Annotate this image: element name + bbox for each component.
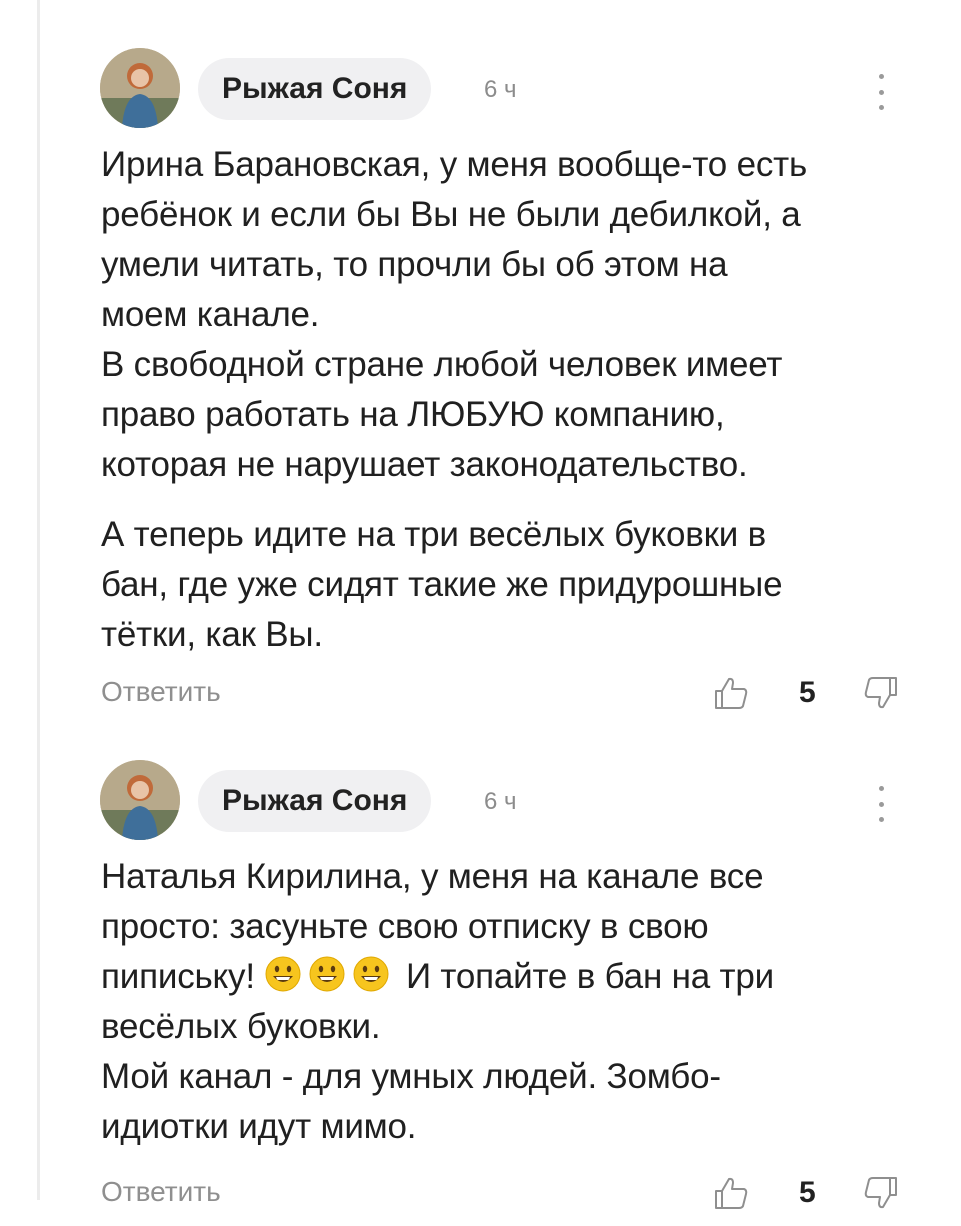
more-options-icon[interactable] xyxy=(868,786,894,822)
author-name[interactable]: Рыжая Соня xyxy=(198,58,432,120)
more-options-icon[interactable] xyxy=(868,74,894,110)
comment-line-part: И топайте в бан на три xyxy=(405,957,774,996)
like-count: 5 xyxy=(799,676,816,709)
comment-time: 6 ч xyxy=(484,788,517,815)
comment-line: просто: засуньте свою отписку в свою xyxy=(101,907,709,946)
reply-button[interactable]: Ответить xyxy=(101,676,221,708)
thread-line xyxy=(37,0,40,1200)
thumbs-up-icon[interactable] xyxy=(712,1174,750,1212)
avatar-photo xyxy=(100,48,180,128)
avatar[interactable] xyxy=(100,760,180,840)
like-count: 5 xyxy=(799,1176,816,1209)
comment-line: Мой канал - для умных людей. Зомбо- xyxy=(101,1057,721,1096)
comment-line: В свободной стране любой человек имеет xyxy=(101,345,783,384)
thumbs-up-icon[interactable] xyxy=(712,674,750,712)
avatar[interactable] xyxy=(100,48,180,128)
comment-line: идиотки идут мимо. xyxy=(101,1107,417,1146)
comment-line: тётки, как Вы. xyxy=(101,615,323,654)
reply-button[interactable]: Ответить xyxy=(101,1176,221,1208)
comment-line: Ирина Барановская, у меня вообще-то есть xyxy=(101,145,808,184)
author-name[interactable]: Рыжая Соня xyxy=(198,770,432,832)
comment-line: пипиську! И топайте в бан на три xyxy=(101,952,921,1002)
grinning-face-icon xyxy=(309,956,345,992)
comment-text: Наталья Кирилина, у меня на канале все п… xyxy=(101,852,921,1152)
comment-time: 6 ч xyxy=(484,76,517,103)
comment-line: Наталья Кирилина, у меня на канале все xyxy=(101,857,764,896)
comment-line: умели читать, то прочли бы об этом на xyxy=(101,245,728,284)
comment-line: бан, где уже сидят такие же придурошные xyxy=(101,565,783,604)
comment-line: весёлых буковки. xyxy=(101,1007,381,1046)
comment-line: А теперь идите на три весёлых буковки в xyxy=(101,515,767,554)
thumbs-down-icon[interactable] xyxy=(862,674,900,712)
comment-line: моем канале. xyxy=(101,295,320,334)
comment-line: которая не нарушает законодательство. xyxy=(101,445,748,484)
comment-line-part: пипиську! xyxy=(101,957,265,996)
avatar-photo xyxy=(100,760,180,840)
grinning-face-icon xyxy=(353,956,389,992)
thumbs-down-icon[interactable] xyxy=(862,1174,900,1212)
comment-actions: Ответить 5 xyxy=(0,676,961,726)
comment-actions: Ответить 5 xyxy=(0,1176,961,1226)
comment-line: право работать на ЛЮБУЮ компанию, xyxy=(101,395,725,434)
comment-line: ребёнок и если бы Вы не были дебилкой, а xyxy=(101,195,801,234)
comment-text: Ирина Барановская, у меня вообще-то есть… xyxy=(101,140,921,660)
grinning-face-icon xyxy=(265,956,301,992)
